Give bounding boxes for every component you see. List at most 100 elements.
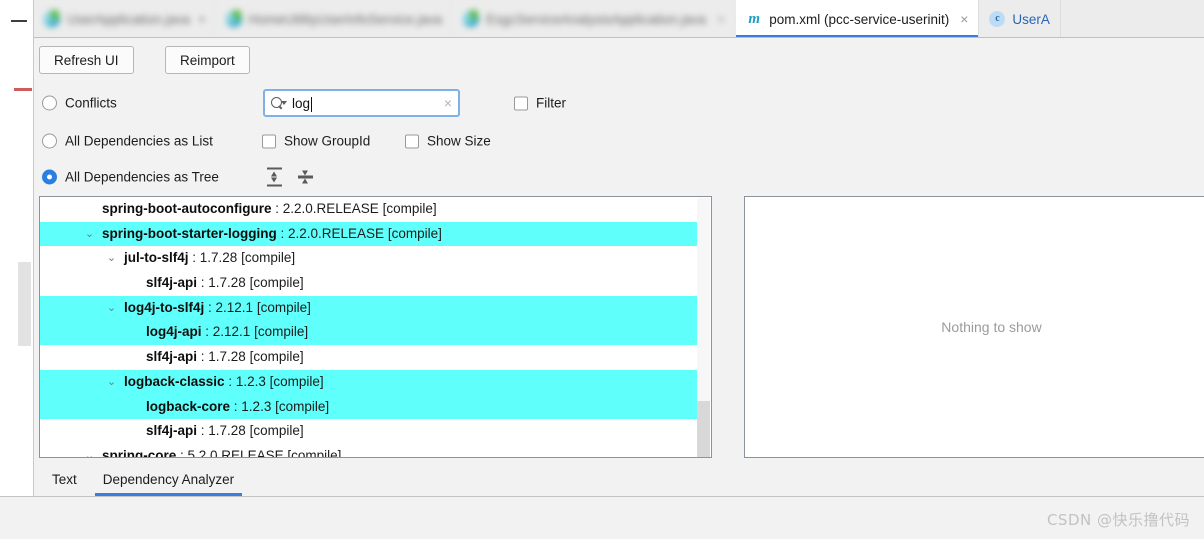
- tree-row-version: 1.7.28: [208, 275, 246, 291]
- tree-row-artifact: logback-core: [146, 398, 231, 414]
- tree-row-label: slf4j-api : 1.7.28 [compile]: [146, 419, 304, 444]
- reimport-button[interactable]: Reimport: [165, 46, 250, 74]
- tree-row-artifact: slf4j-api: [146, 275, 198, 291]
- dependency-analyzer-panel: UserApplication.java ▾ HomeUtilityUserIn…: [33, 0, 1204, 497]
- tree-row-version: 1.7.28: [199, 250, 238, 266]
- tree-scrollbar[interactable]: [697, 198, 710, 457]
- checkbox-size-label: Show Size: [427, 133, 491, 149]
- checkbox-show-groupid[interactable]: Show GroupId: [262, 134, 370, 149]
- chevron-down-icon: [281, 101, 287, 105]
- tree-row-separator: :: [271, 201, 283, 216]
- tree-row[interactable]: logback-core : 1.2.3 [compile]: [40, 394, 698, 420]
- tree-row-separator: :: [276, 225, 288, 241]
- tree-row[interactable]: ⌄ jul-to-slf4j : 1.7.28 [compile]: [40, 246, 698, 271]
- tree-row-scope: [compile]: [275, 398, 330, 414]
- radio-all-dependencies-as-tree[interactable]: All Dependencies as Tree: [42, 169, 219, 185]
- tree-row-separator: :: [197, 349, 209, 365]
- editor-tab-bar: UserApplication.java ▾ HomeUtilityUserIn…: [34, 0, 1204, 38]
- tree-row-separator: :: [201, 324, 213, 340]
- tree-row-version: 2.2.0.RELEASE: [282, 201, 379, 216]
- tree-scrollbar-thumb[interactable]: [697, 401, 710, 457]
- tree-row-label: spring-core : 5.2.0.RELEASE [compile]: [102, 444, 341, 458]
- tree-row-label: jul-to-slf4j : 1.7.28 [compile]: [124, 246, 295, 271]
- tree-row[interactable]: ⌄ spring-boot-starter-logging : 2.2.0.REL…: [40, 221, 698, 247]
- options-row-3: All Dependencies as Tree: [34, 158, 1204, 196]
- dependency-tree[interactable]: spring-boot-autoconfigure : 2.2.0.RELEAS…: [39, 196, 712, 458]
- refresh-ui-button[interactable]: Refresh UI: [39, 46, 134, 74]
- bottom-tab-bar: Text Dependency Analyzer: [39, 462, 1204, 496]
- tree-row[interactable]: slf4j-api : 1.7.28 [compile]: [40, 419, 698, 444]
- tree-row[interactable]: log4j-api : 2.12.1 [compile]: [40, 320, 698, 346]
- close-icon[interactable]: ×: [717, 12, 725, 26]
- tree-row-label: log4j-api : 2.12.1 [compile]: [146, 320, 308, 345]
- editor-tab-4[interactable]: c UserA: [979, 0, 1061, 37]
- chevron-down-icon[interactable]: ⌄: [106, 296, 117, 321]
- editor-tab-1[interactable]: HomeUtilityUserInfoService.java: [215, 0, 454, 37]
- tree-row[interactable]: slf4j-api : 1.7.28 [compile]: [40, 271, 698, 296]
- tree-row-artifact: log4j-to-slf4j: [124, 299, 205, 315]
- tree-row[interactable]: slf4j-api : 1.7.28 [compile]: [40, 345, 698, 370]
- tree-row-version: 5.2.0.RELEASE: [187, 447, 284, 458]
- chevron-down-icon[interactable]: ⌄: [84, 444, 95, 457]
- tab-dependency-analyzer[interactable]: Dependency Analyzer: [90, 464, 247, 496]
- app-root: UserApplication.java ▾ HomeUtilityUserIn…: [0, 0, 1204, 539]
- chevron-down-icon[interactable]: ⌄: [106, 370, 117, 395]
- tree-row-separator: :: [230, 398, 242, 414]
- tree-row-scope: [compile]: [382, 201, 437, 216]
- radio-list-label: All Dependencies as List: [65, 133, 213, 149]
- checkbox-show-size[interactable]: Show Size: [405, 134, 491, 149]
- left-gutter: [0, 0, 33, 497]
- tree-row-scope: [compile]: [269, 373, 324, 389]
- clear-icon[interactable]: ×: [444, 96, 452, 110]
- tree-row-scope: [compile]: [249, 423, 304, 439]
- editor-tab-2[interactable]: EsgcServiceAnalysisApplication.java ×: [453, 0, 737, 37]
- checkbox-icon: [514, 96, 528, 110]
- tree-row-scope: [compile]: [387, 225, 442, 241]
- tree-row-scope: [compile]: [241, 250, 296, 266]
- radio-conflicts[interactable]: Conflicts: [42, 95, 117, 111]
- tree-row-artifact: slf4j-api: [146, 349, 198, 365]
- tree-row-separator: :: [224, 373, 236, 389]
- radio-conflicts-label: Conflicts: [65, 95, 117, 111]
- gutter-marker: [14, 88, 32, 91]
- tree-row-label: spring-boot-autoconfigure : 2.2.0.RELEAS…: [102, 197, 437, 222]
- editor-tab-pom-xml[interactable]: m pom.xml (pcc-service-userinit) ×: [736, 0, 980, 37]
- chevron-down-icon[interactable]: ⌄: [106, 246, 117, 271]
- footer: CSDN @快乐撸代码: [0, 497, 1204, 539]
- chevron-down-icon[interactable]: ⌄: [84, 222, 95, 247]
- class-icon: c: [989, 11, 1006, 27]
- tree-row-scope: [compile]: [249, 349, 304, 365]
- options-row-2: All Dependencies as List Show GroupId Sh…: [34, 122, 1204, 160]
- tree-row[interactable]: ⌄ logback-classic : 1.2.3 [compile]: [40, 369, 698, 395]
- chevron-down-icon[interactable]: ▾: [199, 13, 205, 26]
- watermark: CSDN @快乐撸代码: [1046, 511, 1190, 529]
- tree-row-separator: :: [197, 275, 209, 291]
- tree-row-artifact: logback-classic: [124, 373, 225, 389]
- tree-row-label: spring-boot-starter-logging : 2.2.0.RELE…: [102, 222, 442, 247]
- tree-row-separator: :: [176, 447, 188, 458]
- expand-all-icon[interactable]: [266, 167, 283, 187]
- dependency-tree-rows: spring-boot-autoconfigure : 2.2.0.RELEAS…: [40, 197, 698, 457]
- tree-row-label: log4j-to-slf4j : 2.12.1 [compile]: [124, 296, 311, 321]
- tree-row-label: slf4j-api : 1.7.28 [compile]: [146, 345, 304, 370]
- maven-icon: m: [748, 11, 761, 27]
- java-file-icon: [463, 10, 480, 27]
- tree-row-artifact: spring-boot-starter-logging: [102, 225, 277, 241]
- tree-row-artifact: spring-core: [102, 447, 177, 458]
- tree-row-version: 2.12.1: [215, 299, 254, 315]
- outer-scrollbar-thumb[interactable]: [18, 262, 31, 346]
- minimize-icon[interactable]: [11, 14, 27, 28]
- search-input[interactable]: log ×: [263, 89, 460, 117]
- tree-row-version: 1.7.28: [208, 423, 246, 439]
- tree-row[interactable]: ⌄ spring-core : 5.2.0.RELEASE [compile]: [40, 444, 698, 458]
- editor-tab-0[interactable]: UserApplication.java ▾: [34, 0, 216, 37]
- checkbox-filter[interactable]: Filter: [514, 96, 566, 111]
- tab-text[interactable]: Text: [39, 464, 90, 496]
- close-icon[interactable]: ×: [960, 12, 968, 26]
- tree-row-version: 1.2.3: [235, 373, 266, 389]
- editor-tab-label: UserA: [1012, 11, 1050, 27]
- tree-row[interactable]: ⌄ log4j-to-slf4j : 2.12.1 [compile]: [40, 295, 698, 321]
- radio-all-dependencies-as-list[interactable]: All Dependencies as List: [42, 133, 213, 149]
- collapse-all-icon[interactable]: [297, 168, 314, 187]
- tree-row[interactable]: spring-boot-autoconfigure : 2.2.0.RELEAS…: [40, 197, 698, 222]
